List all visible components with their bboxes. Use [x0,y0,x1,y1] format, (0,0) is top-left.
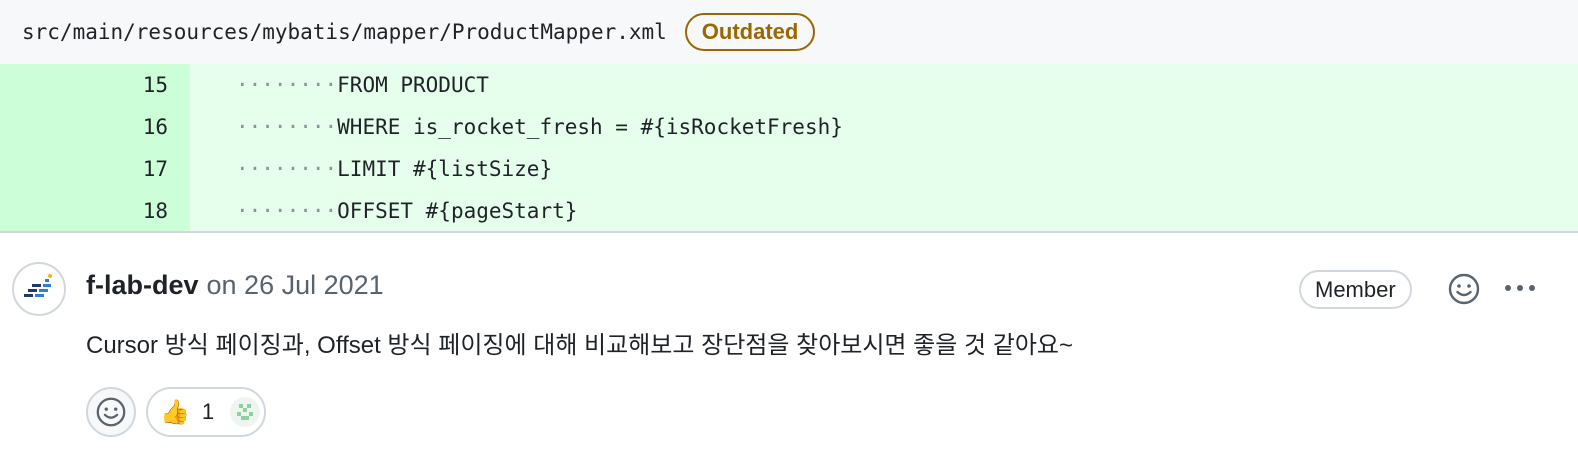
thumbs-up-reaction[interactable]: 👍 1 [146,387,266,437]
code-text: WHERE is_rocket_fresh = #{isRocketFresh} [337,115,843,139]
comment-body: Cursor 방식 페이징과, Offset 방식 페이징에 대해 비교해보고 … [86,332,1074,359]
line-number[interactable]: 17 [0,148,190,190]
avatar[interactable] [12,262,66,316]
code-line: ········LIMIT #{listSize} [190,148,552,190]
code-line: ········FROM PRODUCT [190,64,489,106]
kebab-horizontal-icon[interactable] [1500,278,1540,298]
thumbs-up-emoji: 👍 [160,398,190,426]
smiley-icon[interactable] [1446,271,1482,307]
divider [0,231,1578,233]
indent-dots: ········ [236,115,338,139]
diff-line: 15 ········FROM PRODUCT [0,64,1578,106]
add-reaction-button[interactable] [86,387,136,437]
code-line: ········WHERE is_rocket_fresh = #{isRock… [190,106,843,148]
comment-date[interactable]: on 26 Jul 2021 [207,270,384,301]
code-text: FROM PRODUCT [337,73,489,97]
comment-header: f-lab-dev on 26 Jul 2021 [86,270,384,301]
diff-hunk: 15 ········FROM PRODUCT 16 ········WHERE… [0,64,1578,232]
f-lab-logo-icon [24,274,52,297]
indent-dots: ········ [236,157,338,181]
outdated-badge: Outdated [684,13,816,51]
line-number[interactable]: 18 [0,190,190,232]
line-number[interactable]: 16 [0,106,190,148]
member-badge: Member [1299,270,1412,309]
code-line: ········OFFSET #{pageStart} [190,190,577,232]
code-text: OFFSET #{pageStart} [337,199,578,223]
diff-line: 16 ········WHERE is_rocket_fresh = #{isR… [0,106,1578,148]
indent-dots: ········ [236,73,338,97]
line-number[interactable]: 15 [0,64,190,106]
diff-line: 17 ········LIMIT #{listSize} [0,148,1578,190]
identicon-avatar-icon [230,397,260,427]
indent-dots: ········ [236,199,338,223]
file-header: src/main/resources/mybatis/mapper/Produc… [0,0,1578,64]
author-name[interactable]: f-lab-dev [86,270,199,301]
file-path[interactable]: src/main/resources/mybatis/mapper/Produc… [22,20,667,44]
diff-line: 18 ········OFFSET #{pageStart} [0,190,1578,232]
smiley-icon [96,397,126,427]
reaction-count: 1 [201,399,215,424]
code-text: LIMIT #{listSize} [337,157,553,181]
